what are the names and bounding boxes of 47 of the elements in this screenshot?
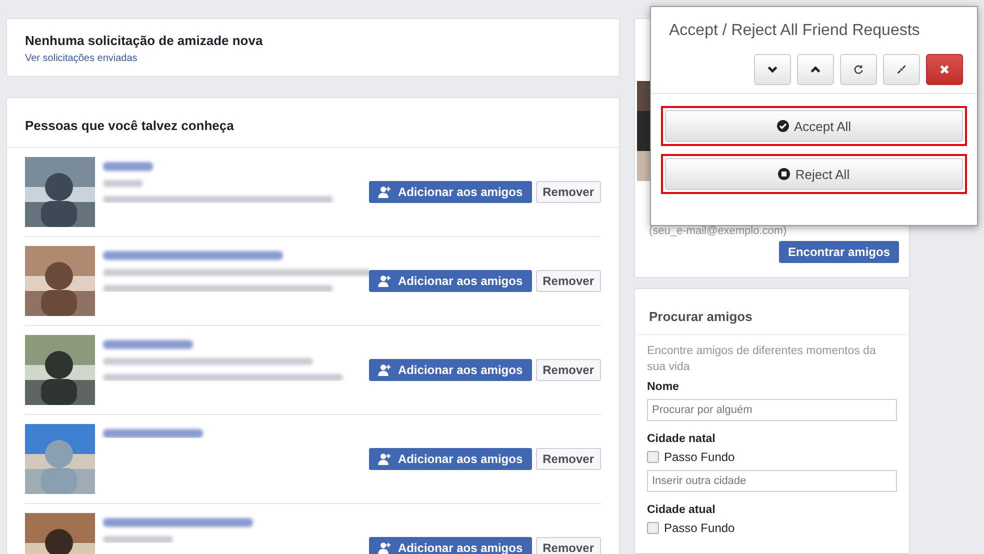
check-circle-icon [776, 120, 789, 132]
add-person-icon [378, 364, 392, 376]
remove-button[interactable]: Remover [536, 270, 601, 292]
section-title: Pessoas que você talvez conheça [7, 98, 619, 148]
add-person-icon [378, 453, 392, 465]
field-label: Cidade natal [647, 433, 716, 446]
checkbox[interactable] [647, 451, 659, 464]
sent-requests-link[interactable]: Ver solicitações enviadas [25, 53, 601, 64]
accept-all-button[interactable]: Accept All [665, 110, 963, 142]
field-label: Cidade atual [647, 504, 716, 516]
popup-title: Accept / Reject All Friend Requests [668, 21, 921, 40]
section-title: Nenhuma solicitação de amizade nova [25, 33, 264, 48]
close-icon [939, 64, 950, 75]
remove-button[interactable]: Remover [536, 448, 601, 470]
add-person-icon [378, 542, 392, 554]
stop-circle-icon [778, 168, 790, 180]
add-friend-button[interactable]: Adicionar aos amigos [368, 270, 532, 292]
email-hint: (seu_e-mail@exemplo.com) [648, 225, 787, 238]
refresh-icon [853, 64, 864, 75]
remove-button[interactable]: Remover [536, 359, 601, 381]
blurred-text [103, 162, 153, 171]
input-field[interactable]: Procurar por alguém [647, 399, 897, 422]
reject-all-button[interactable]: Reject All [665, 158, 963, 190]
section-title: Procurar amigos [635, 289, 909, 336]
collapse-arrows-icon [896, 64, 907, 75]
close-button[interactable] [926, 54, 963, 85]
add-person-icon [378, 186, 392, 198]
checkbox-label: Passo Fundo [664, 450, 735, 464]
checkbox[interactable] [647, 522, 659, 534]
chevron-up-icon [810, 64, 821, 75]
remove-button[interactable]: Remover [536, 537, 601, 554]
add-friend-button[interactable]: Adicionar aos amigos [368, 359, 532, 381]
add-friend-button[interactable]: Adicionar aos amigos [368, 448, 532, 470]
add-person-icon [378, 275, 392, 287]
checkbox-label: Passo Fundo [664, 521, 735, 536]
field-label: Nome [647, 381, 680, 394]
description: Encontre amigos de diferentes momentos da sua vida [647, 344, 877, 376]
chevron-down-icon [767, 64, 778, 75]
chevron-down-button[interactable] [754, 54, 791, 85]
add-friend-button[interactable]: Adicionar aos amigos [368, 181, 532, 203]
remove-button[interactable]: Remover [536, 181, 601, 203]
refresh-button[interactable] [840, 54, 877, 85]
blurred-text [103, 536, 173, 543]
find-friends-button[interactable]: Encontrar amigos [778, 241, 899, 264]
input-field[interactable]: Inserir outra cidade [647, 470, 897, 492]
chevron-up-button[interactable] [797, 54, 834, 85]
blurred-text [103, 180, 143, 187]
